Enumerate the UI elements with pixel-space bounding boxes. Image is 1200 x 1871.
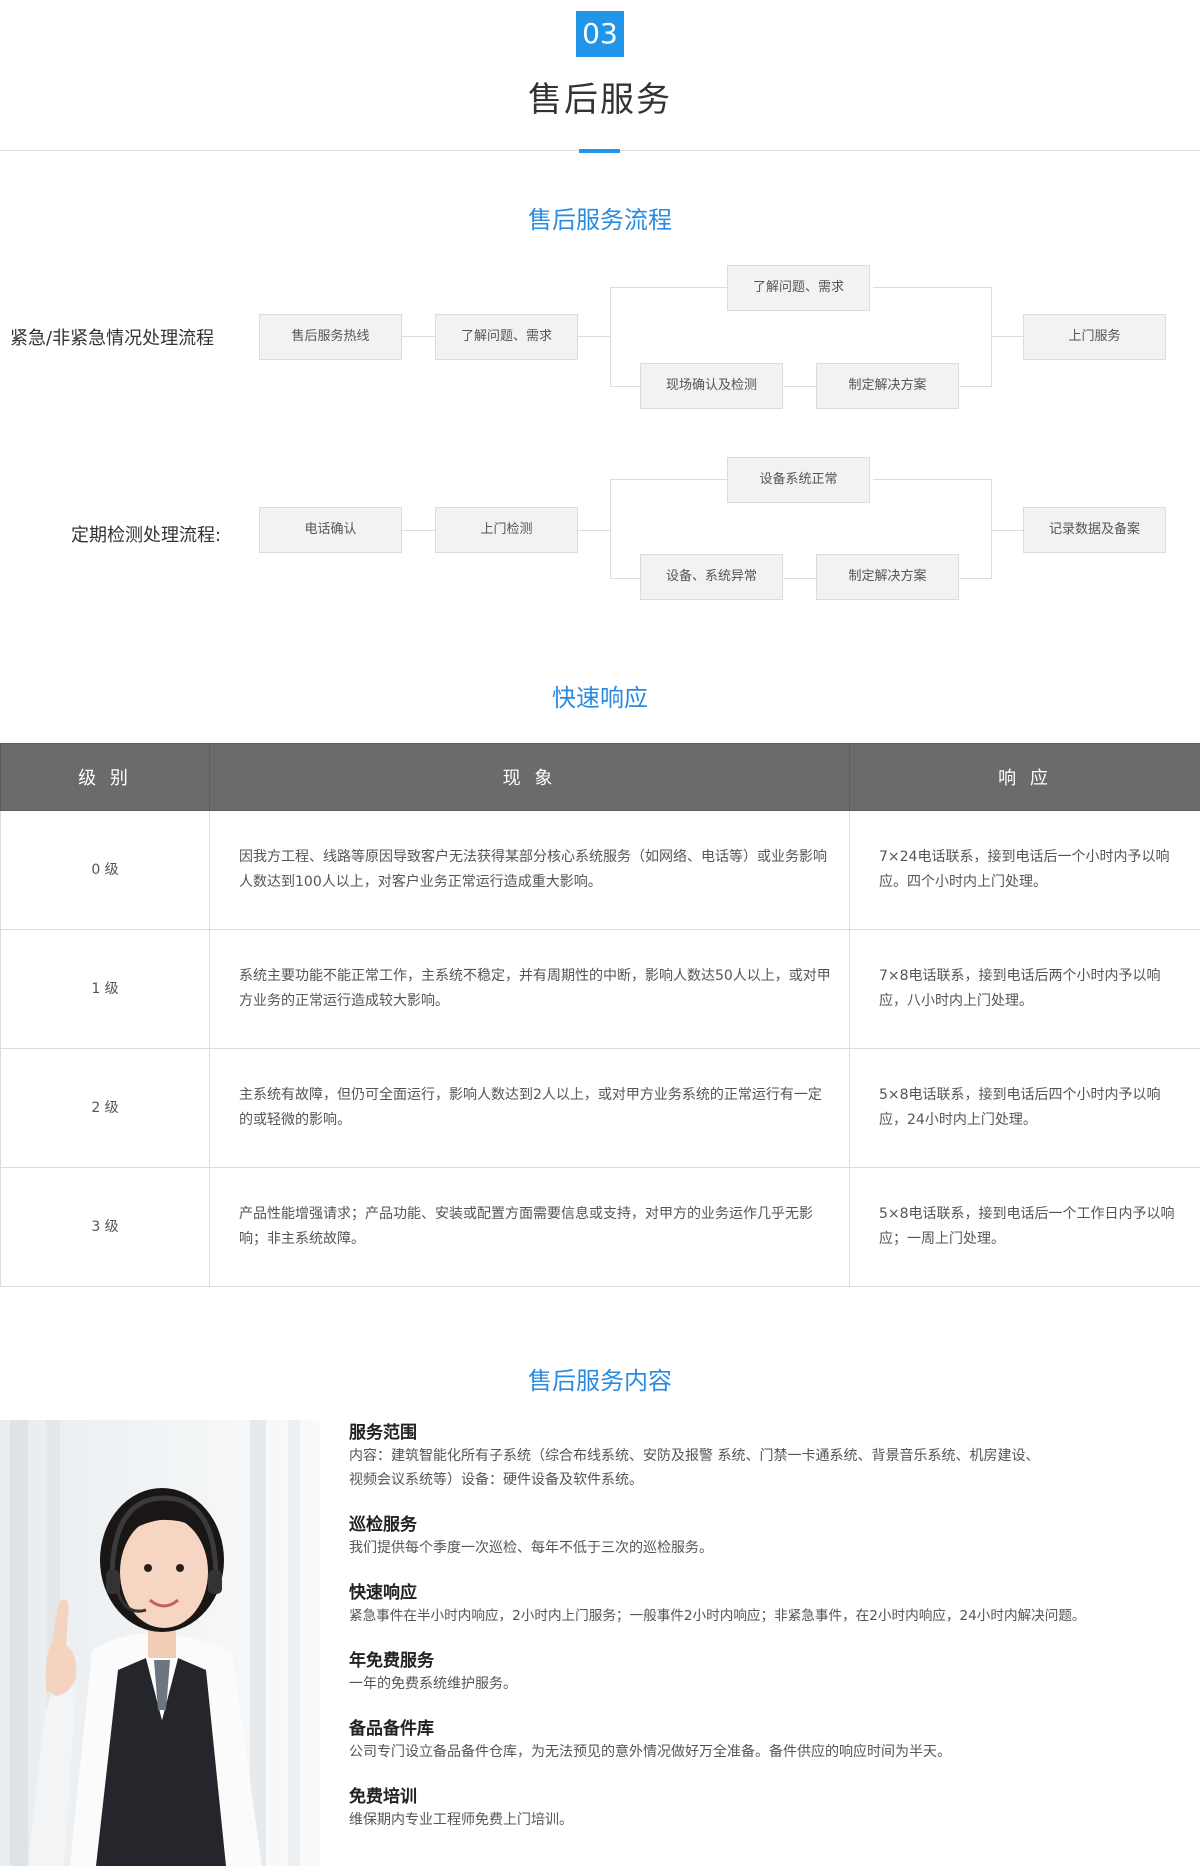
column-header-phenomenon: 现 象 [209,743,850,811]
flow2-connector [991,530,1023,531]
flow1-connector [402,336,435,337]
flow2-connector [610,479,727,480]
flow2-connector [402,530,435,531]
flow2-branch-normal: 设备系统正常 [727,457,870,503]
process-title: 售后服务流程 [528,206,672,234]
level-cell: 1 级 [0,929,210,1049]
phenomenon-cell: 主系统有故障，但仍可全面运行，影响人数达到2人以上，或对甲方业务系统的正常运行有… [209,1048,850,1168]
item-title: 服务范围 [349,1423,417,1443]
response-table: 级 别 现 象 响 应 0 级 因我方工程、线路等原因导致客户无法获得某部分核心… [0,743,1200,1287]
flow2-branch-abnormal: 设备、系统异常 [640,554,783,600]
service-content-list: 服务范围 内容：建筑智能化所有子系统（综合布线系统、安防及报警 系统、门禁一卡通… [349,1422,1200,1854]
flow2-step-phone-confirm: 电话确认 [259,507,402,553]
flow1-branch-top: 了解问题、需求 [727,265,870,311]
quick-response-title: 快速响应 [552,684,648,712]
flow1-connector [783,386,816,387]
section-number-badge: 03 [576,11,624,57]
flow1-connector [610,386,640,387]
item-title: 免费培训 [349,1787,417,1807]
item-title: 年免费服务 [349,1651,434,1671]
phenomenon-cell: 因我方工程、线路等原因导致客户无法获得某部分核心系统服务（如网络、电话等）或业务… [209,810,850,930]
flow1-connector [991,287,992,387]
flow1-branch-onsite: 现场确认及检测 [640,363,783,409]
flow2-connector [610,479,611,579]
item-title: 快速响应 [349,1583,417,1603]
table-row: 0 级 因我方工程、线路等原因导致客户无法获得某部分核心系统服务（如网络、电话等… [0,810,1200,930]
flow1-label: 紧急/非紧急情况处理流程 [10,328,215,349]
response-cell: 7×24电话联系，接到电话后一个小时内予以响应。四个小时内上门处理。 [849,810,1200,930]
list-item: 巡检服务 我们提供每个季度一次巡检、每年不低于三次的巡检服务。 [349,1514,1200,1560]
item-title: 备品备件库 [349,1719,434,1739]
table-header-row: 级 别 现 象 响 应 [0,743,1200,811]
response-cell: 5×8电话联系，接到电话后一个工作日内予以响应；一周上门处理。 [849,1167,1200,1287]
list-item: 服务范围 内容：建筑智能化所有子系统（综合布线系统、安防及报警 系统、门禁一卡通… [349,1422,1200,1492]
phenomenon-cell: 系统主要功能不能正常工作，主系统不稳定，并有周期性的中断，影响人数达50人以上，… [209,929,850,1049]
response-cell: 5×8电话联系，接到电话后四个小时内予以响应，24小时内上门处理。 [849,1048,1200,1168]
item-text: 维保期内专业工程师免费上门培训。 [349,1812,573,1828]
table-row: 3 级 产品性能增强请求；产品功能、安装或配置方面需要信息或支持，对甲方的业务运… [0,1167,1200,1287]
flow1-step-understand: 了解问题、需求 [435,314,578,360]
list-item: 免费培训 维保期内专业工程师免费上门培训。 [349,1786,1200,1832]
flow2-label: 定期检测处理流程: [71,525,222,546]
flow2-connector [578,530,611,531]
item-title: 巡检服务 [349,1515,417,1535]
flow1-connector [610,287,611,386]
flow2-step-onsite-check: 上门检测 [435,507,578,553]
level-cell: 2 级 [0,1048,210,1168]
flow1-step-hotline: 售后服务热线 [259,314,402,360]
flow2-connector [873,479,992,480]
column-header-level: 级 别 [0,743,210,811]
page-title: 售后服务 [528,80,672,120]
customer-service-agent-photo [0,1420,320,1866]
table-row: 1 级 系统主要功能不能正常工作，主系统不稳定，并有周期性的中断，影响人数达50… [0,929,1200,1049]
flow1-connector [873,287,992,288]
list-item: 年免费服务 一年的免费系统维护服务。 [349,1650,1200,1696]
flow2-connector [610,578,640,579]
item-text: 一年的免费系统维护服务。 [349,1676,517,1692]
header-accent-bar [579,149,620,153]
item-text: 内容：建筑智能化所有子系统（综合布线系统、安防及报警 系统、门禁一卡通系统、背景… [349,1448,1040,1488]
table-row: 2 级 主系统有故障，但仍可全面运行，影响人数达到2人以上，或对甲方业务系统的正… [0,1048,1200,1168]
flow2-branch-solution: 制定解决方案 [816,554,959,600]
list-item: 备品备件库 公司专门设立备品备件仓库，为无法预见的意外情况做好万全准备。备件供应… [349,1718,1200,1764]
flow1-connector [578,336,611,337]
flow1-connector [959,386,992,387]
service-content-title: 售后服务内容 [528,1367,672,1395]
flow2-connector [783,578,816,579]
flow2-connector [991,479,992,579]
response-cell: 7×8电话联系，接到电话后两个小时内予以响应，八小时内上门处理。 [849,929,1200,1049]
item-text: 我们提供每个季度一次巡检、每年不低于三次的巡检服务。 [349,1540,713,1556]
column-header-response: 响 应 [849,743,1200,811]
level-cell: 3 级 [0,1167,210,1287]
flow2-connector [959,578,992,579]
flow1-end-onsite-service: 上门服务 [1023,314,1166,360]
item-text: 紧急事件在半小时内响应，2小时内上门服务；一般事件2小时内响应；非紧急事件，在2… [349,1608,1086,1624]
flow1-connector [991,336,1023,337]
flow1-branch-solution: 制定解决方案 [816,363,959,409]
flow1-connector [610,287,727,288]
flow2-end-record: 记录数据及备案 [1023,507,1166,553]
level-cell: 0 级 [0,810,210,930]
item-text: 公司专门设立备品备件仓库，为无法预见的意外情况做好万全准备。备件供应的响应时间为… [349,1744,951,1760]
phenomenon-cell: 产品性能增强请求；产品功能、安装或配置方面需要信息或支持，对甲方的业务运作几乎无… [209,1167,850,1287]
list-item: 快速响应 紧急事件在半小时内响应，2小时内上门服务；一般事件2小时内响应；非紧急… [349,1582,1200,1628]
